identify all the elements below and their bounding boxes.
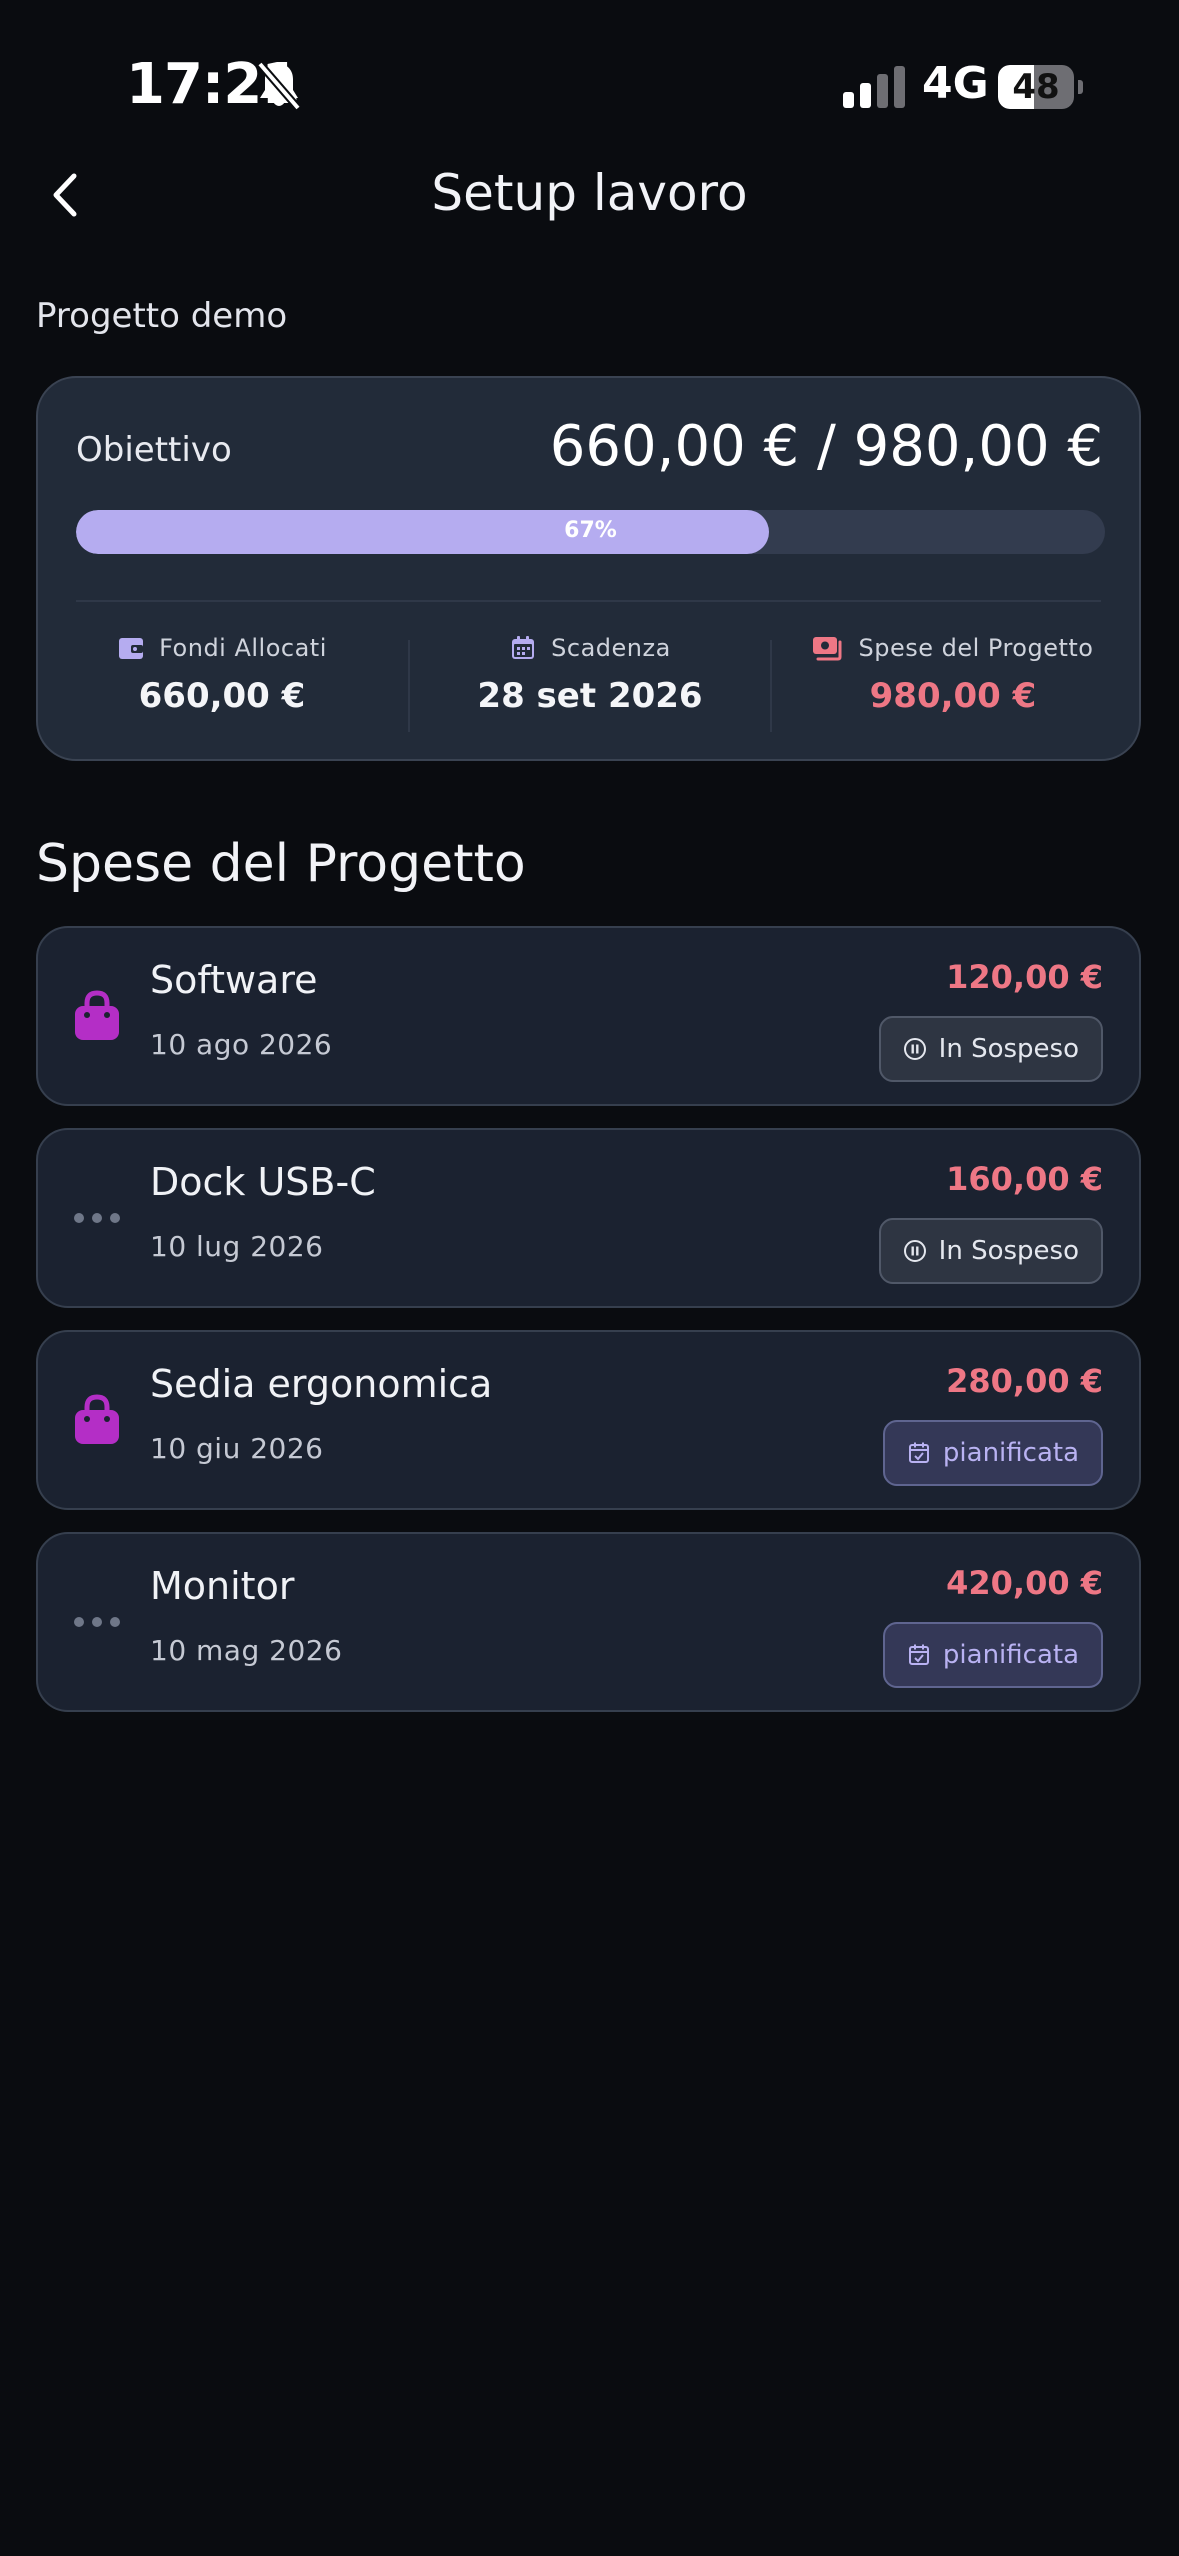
shopping-bag-icon (75, 1394, 119, 1444)
expense-name: Software (150, 958, 318, 1002)
goal-progress-bar: 67% (76, 510, 1105, 554)
status-badge[interactable]: pianificata (882, 1420, 1103, 1486)
stat-deadline: Scadenza 28 set 2026 (410, 634, 770, 716)
screen: 17:21 4G 48 Setup lavoro Progetto demo O… (0, 0, 1179, 2556)
expense-date: 10 ago 2026 (150, 1028, 333, 1061)
stat-label: Spese del Progetto (858, 634, 1094, 662)
goal-progress-label: 67% (564, 518, 617, 543)
expense-row-dock-usb-c[interactable]: Dock USB-C 10 lug 2026 160,00 € In Sospe… (36, 1128, 1141, 1308)
stat-allocated-funds: Fondi Allocati 660,00 € (42, 634, 402, 716)
expense-name: Dock USB-C (150, 1160, 376, 1204)
stat-value: 980,00 € (869, 676, 1037, 716)
more-dots-icon (74, 1213, 120, 1223)
project-name: Progetto demo (36, 296, 288, 336)
battery-nub (1078, 80, 1083, 94)
status-badge-label: pianificata (942, 1640, 1079, 1670)
page-title: Setup lavoro (431, 164, 748, 222)
stat-label: Fondi Allocati (159, 634, 327, 662)
status-badge-label: pianificata (942, 1438, 1079, 1468)
expense-row-monitor[interactable]: Monitor 10 mag 2026 420,00 € pianificata (36, 1532, 1141, 1712)
pause-circle-icon (903, 1038, 926, 1060)
expense-amount: 120,00 € (946, 958, 1103, 996)
calendar-check-icon (908, 1442, 929, 1463)
status-badge[interactable]: In Sospeso (878, 1218, 1103, 1284)
battery-indicator: 48 (998, 65, 1074, 109)
expense-amount: 280,00 € (946, 1362, 1103, 1400)
signal-icon (843, 66, 905, 108)
cash-icon (813, 637, 842, 661)
goal-label: Obiettivo (76, 430, 232, 470)
battery-level: 48 (1012, 67, 1060, 107)
goal-amounts: 660,00 € / 980,00 € (549, 414, 1103, 479)
expense-name: Monitor (150, 1564, 295, 1608)
stat-value: 660,00 € (138, 676, 306, 716)
calendar-icon (512, 636, 535, 659)
expense-date: 10 giu 2026 (150, 1432, 324, 1465)
expense-date: 10 lug 2026 (150, 1230, 324, 1263)
expense-row-sedia-ergonomica[interactable]: Sedia ergonomica 10 giu 2026 280,00 € pi… (36, 1330, 1141, 1510)
section-title: Spese del Progetto (36, 834, 526, 894)
expense-date: 10 mag 2026 (150, 1634, 343, 1667)
status-badge-label: In Sospeso (938, 1034, 1079, 1064)
stat-separator (770, 640, 772, 732)
stat-value: 28 set 2026 (477, 676, 703, 716)
goal-divider (76, 600, 1101, 602)
status-bar: 17:21 4G 48 (0, 0, 1179, 170)
status-badge[interactable]: pianificata (882, 1622, 1103, 1688)
more-dots-icon (74, 1617, 120, 1627)
expense-row-software[interactable]: Software 10 ago 2026 120,00 € In Sospeso (36, 926, 1141, 1106)
stat-label: Scadenza (551, 634, 671, 662)
network-label: 4G (922, 58, 989, 109)
calendar-check-icon (908, 1644, 929, 1665)
expense-amount: 420,00 € (946, 1564, 1103, 1602)
expense-amount: 160,00 € (946, 1160, 1103, 1198)
shopping-bag-icon (75, 990, 119, 1040)
pause-circle-icon (903, 1240, 926, 1262)
status-badge-label: In Sospeso (938, 1236, 1079, 1266)
stat-project-expenses: Spese del Progetto 980,00 € (773, 634, 1133, 716)
wallet-icon (119, 638, 144, 659)
status-badge[interactable]: In Sospeso (878, 1016, 1103, 1082)
bell-slash-icon (256, 61, 302, 111)
expense-name: Sedia ergonomica (150, 1362, 493, 1406)
goal-card: Obiettivo 660,00 € / 980,00 € 67% Fondi … (36, 376, 1141, 761)
